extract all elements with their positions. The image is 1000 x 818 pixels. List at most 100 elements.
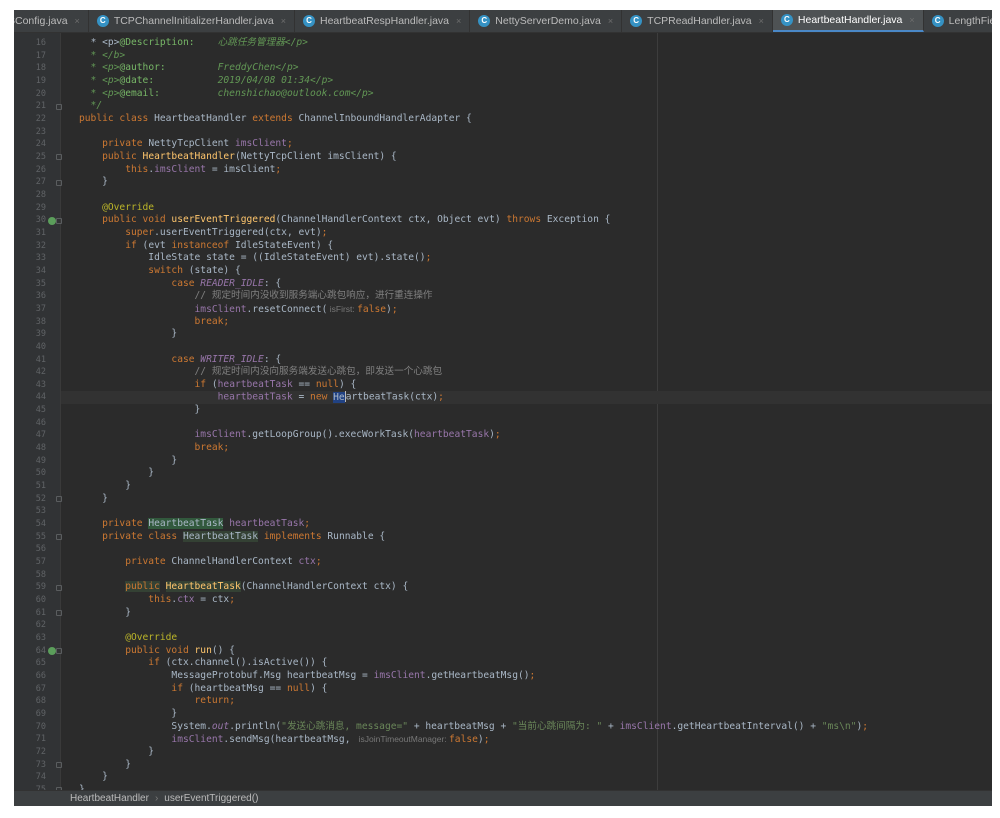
code-token: (state) { (188, 264, 241, 276)
java-class-icon: C (931, 15, 944, 27)
code-token: ; (315, 556, 322, 568)
code-token: } (79, 492, 108, 504)
line-number: 48 (35, 443, 46, 454)
code-token: private class (79, 530, 183, 542)
code-token: .sendMsg(heartbeatMsg, (223, 734, 357, 746)
code-line: this.ctx = ctx; (79, 594, 235, 607)
code-token: public void (79, 214, 172, 226)
code-line: } (79, 607, 131, 620)
code-token: run (194, 644, 212, 656)
code-token: MessageProtobuf.Msg heartbeatMsg = (79, 670, 374, 681)
code-token: ; (494, 429, 501, 441)
breadcrumb: HeartbeatHandler › userEventTriggered() (14, 790, 992, 806)
code-token: Exception { (546, 214, 611, 226)
code-token: ; (229, 695, 235, 707)
line-number: 47 (35, 430, 46, 441)
close-tab-icon[interactable]: × (456, 16, 461, 26)
code-line: private class HeartbeatTask implements R… (79, 530, 385, 544)
code-token: NettyTcpClient (148, 138, 235, 150)
code-line: * </b> (79, 49, 126, 63)
line-number: 17 (35, 50, 46, 61)
code-token: ) { (310, 682, 328, 694)
code-line: // 规定时间内没向服务端发送心跳包，即发送一个心跳包 (79, 366, 443, 379)
tab-heartbeathandler-java[interactable]: C HeartbeatHandler.java × (772, 10, 924, 32)
line-number: 34 (35, 265, 46, 276)
tab-tcpchannelinitializerhandler-java[interactable]: C TCPChannelInitializerHandler.java × (89, 10, 295, 32)
breadcrumb-method[interactable]: userEventTriggered() (164, 793, 258, 804)
line-number: 35 (35, 278, 46, 289)
tab-sconfig-java[interactable]: SConfig.java × (14, 10, 89, 32)
line-number: 56 (35, 544, 46, 555)
code-token: (evt (142, 239, 172, 251)
code-token: if (79, 657, 166, 669)
line-number: 39 (35, 329, 46, 340)
code-token: } (79, 606, 131, 618)
code-token: : { (263, 277, 282, 289)
line-number: 74 (35, 772, 46, 783)
close-tab-icon[interactable]: × (608, 16, 613, 26)
tab-lengthfieldbasedframed[interactable]: CLengthFieldBasedFrameD× (924, 10, 992, 32)
code-token: case (79, 277, 201, 289)
code-token: } (79, 771, 108, 783)
tab-label: SConfig.java (14, 15, 68, 27)
code-token: ; (438, 391, 444, 403)
line-number: 28 (35, 189, 46, 200)
code-line: public class HeartbeatHandler extends Ch… (79, 113, 472, 126)
code-token: ; (425, 252, 432, 264)
line-number: 72 (35, 746, 46, 757)
close-tab-icon[interactable]: × (281, 16, 286, 26)
code-line: // 规定时间内没收到服务端心跳包响应，进行重连操作 (79, 290, 433, 303)
tab-label: NettyServerDemo.java (495, 15, 601, 27)
override-marker-icon[interactable] (48, 647, 56, 656)
close-tab-icon[interactable]: × (909, 15, 914, 25)
line-number: 19 (35, 75, 46, 86)
code-token: private (79, 138, 149, 150)
java-class-icon: C (96, 15, 109, 27)
code-token: ctx (177, 594, 195, 606)
code-line: } (79, 455, 177, 468)
code-token: // 规定时间内没向服务端发送心跳包，即发送一个心跳包 (79, 366, 443, 378)
code-token: } (79, 745, 155, 757)
code-token: } (79, 176, 108, 188)
line-number: 50 (35, 468, 46, 479)
code-token: null (315, 378, 339, 390)
close-tab-icon[interactable]: × (759, 16, 764, 26)
code-token: 2019/04/08 01:34</p> (154, 74, 334, 86)
code-token: false (449, 734, 478, 746)
line-number: 62 (35, 620, 46, 631)
code-token: : { (263, 353, 282, 365)
override-marker-icon[interactable] (48, 216, 56, 225)
line-number: 53 (35, 506, 46, 517)
code-line: } (79, 493, 108, 506)
code-token: + (602, 720, 620, 732)
line-number: 27 (35, 177, 46, 188)
tab-nettyserverdemo-java[interactable]: C NettyServerDemo.java × (470, 10, 623, 32)
code-token: ; (391, 303, 398, 315)
code-token: heartbeatTask (414, 429, 490, 441)
code-line: switch (state) { (79, 264, 241, 278)
code-token: heartbeatTask (229, 518, 305, 530)
line-number: 25 (35, 151, 46, 162)
line-number: 59 (35, 582, 46, 593)
code-token: artbeatTask(ctx) (345, 391, 439, 403)
code-token: System. (79, 720, 212, 732)
code-token: } (79, 480, 131, 492)
line-number: 63 (35, 633, 46, 644)
line-number: 37 (35, 303, 46, 314)
code-token: * </b> (79, 49, 126, 61)
tab-heartbeatresphandler-java[interactable]: C HeartbeatRespHandler.java × (295, 10, 471, 32)
code-editor[interactable]: * <p>@Description: 心跳任务管理器</p> * </b> * … (61, 33, 992, 790)
code-token: "当前心跳间隔为: " (512, 720, 603, 732)
code-token: null (286, 682, 311, 694)
code-token: ChannelHandlerContext (171, 556, 299, 568)
tab-label: TCPChannelInitializerHandler.java (113, 15, 274, 27)
code-token: @Override (79, 632, 178, 644)
breadcrumb-class[interactable]: HeartbeatHandler (70, 793, 149, 804)
code-token: @email: (119, 87, 160, 99)
code-token: chenshichao@outlook.com</p> (159, 87, 374, 99)
line-number: 69 (35, 708, 46, 719)
tab-tcpreadhandler-java[interactable]: C TCPReadHandler.java × (622, 10, 773, 32)
close-tab-icon[interactable]: × (75, 16, 80, 26)
